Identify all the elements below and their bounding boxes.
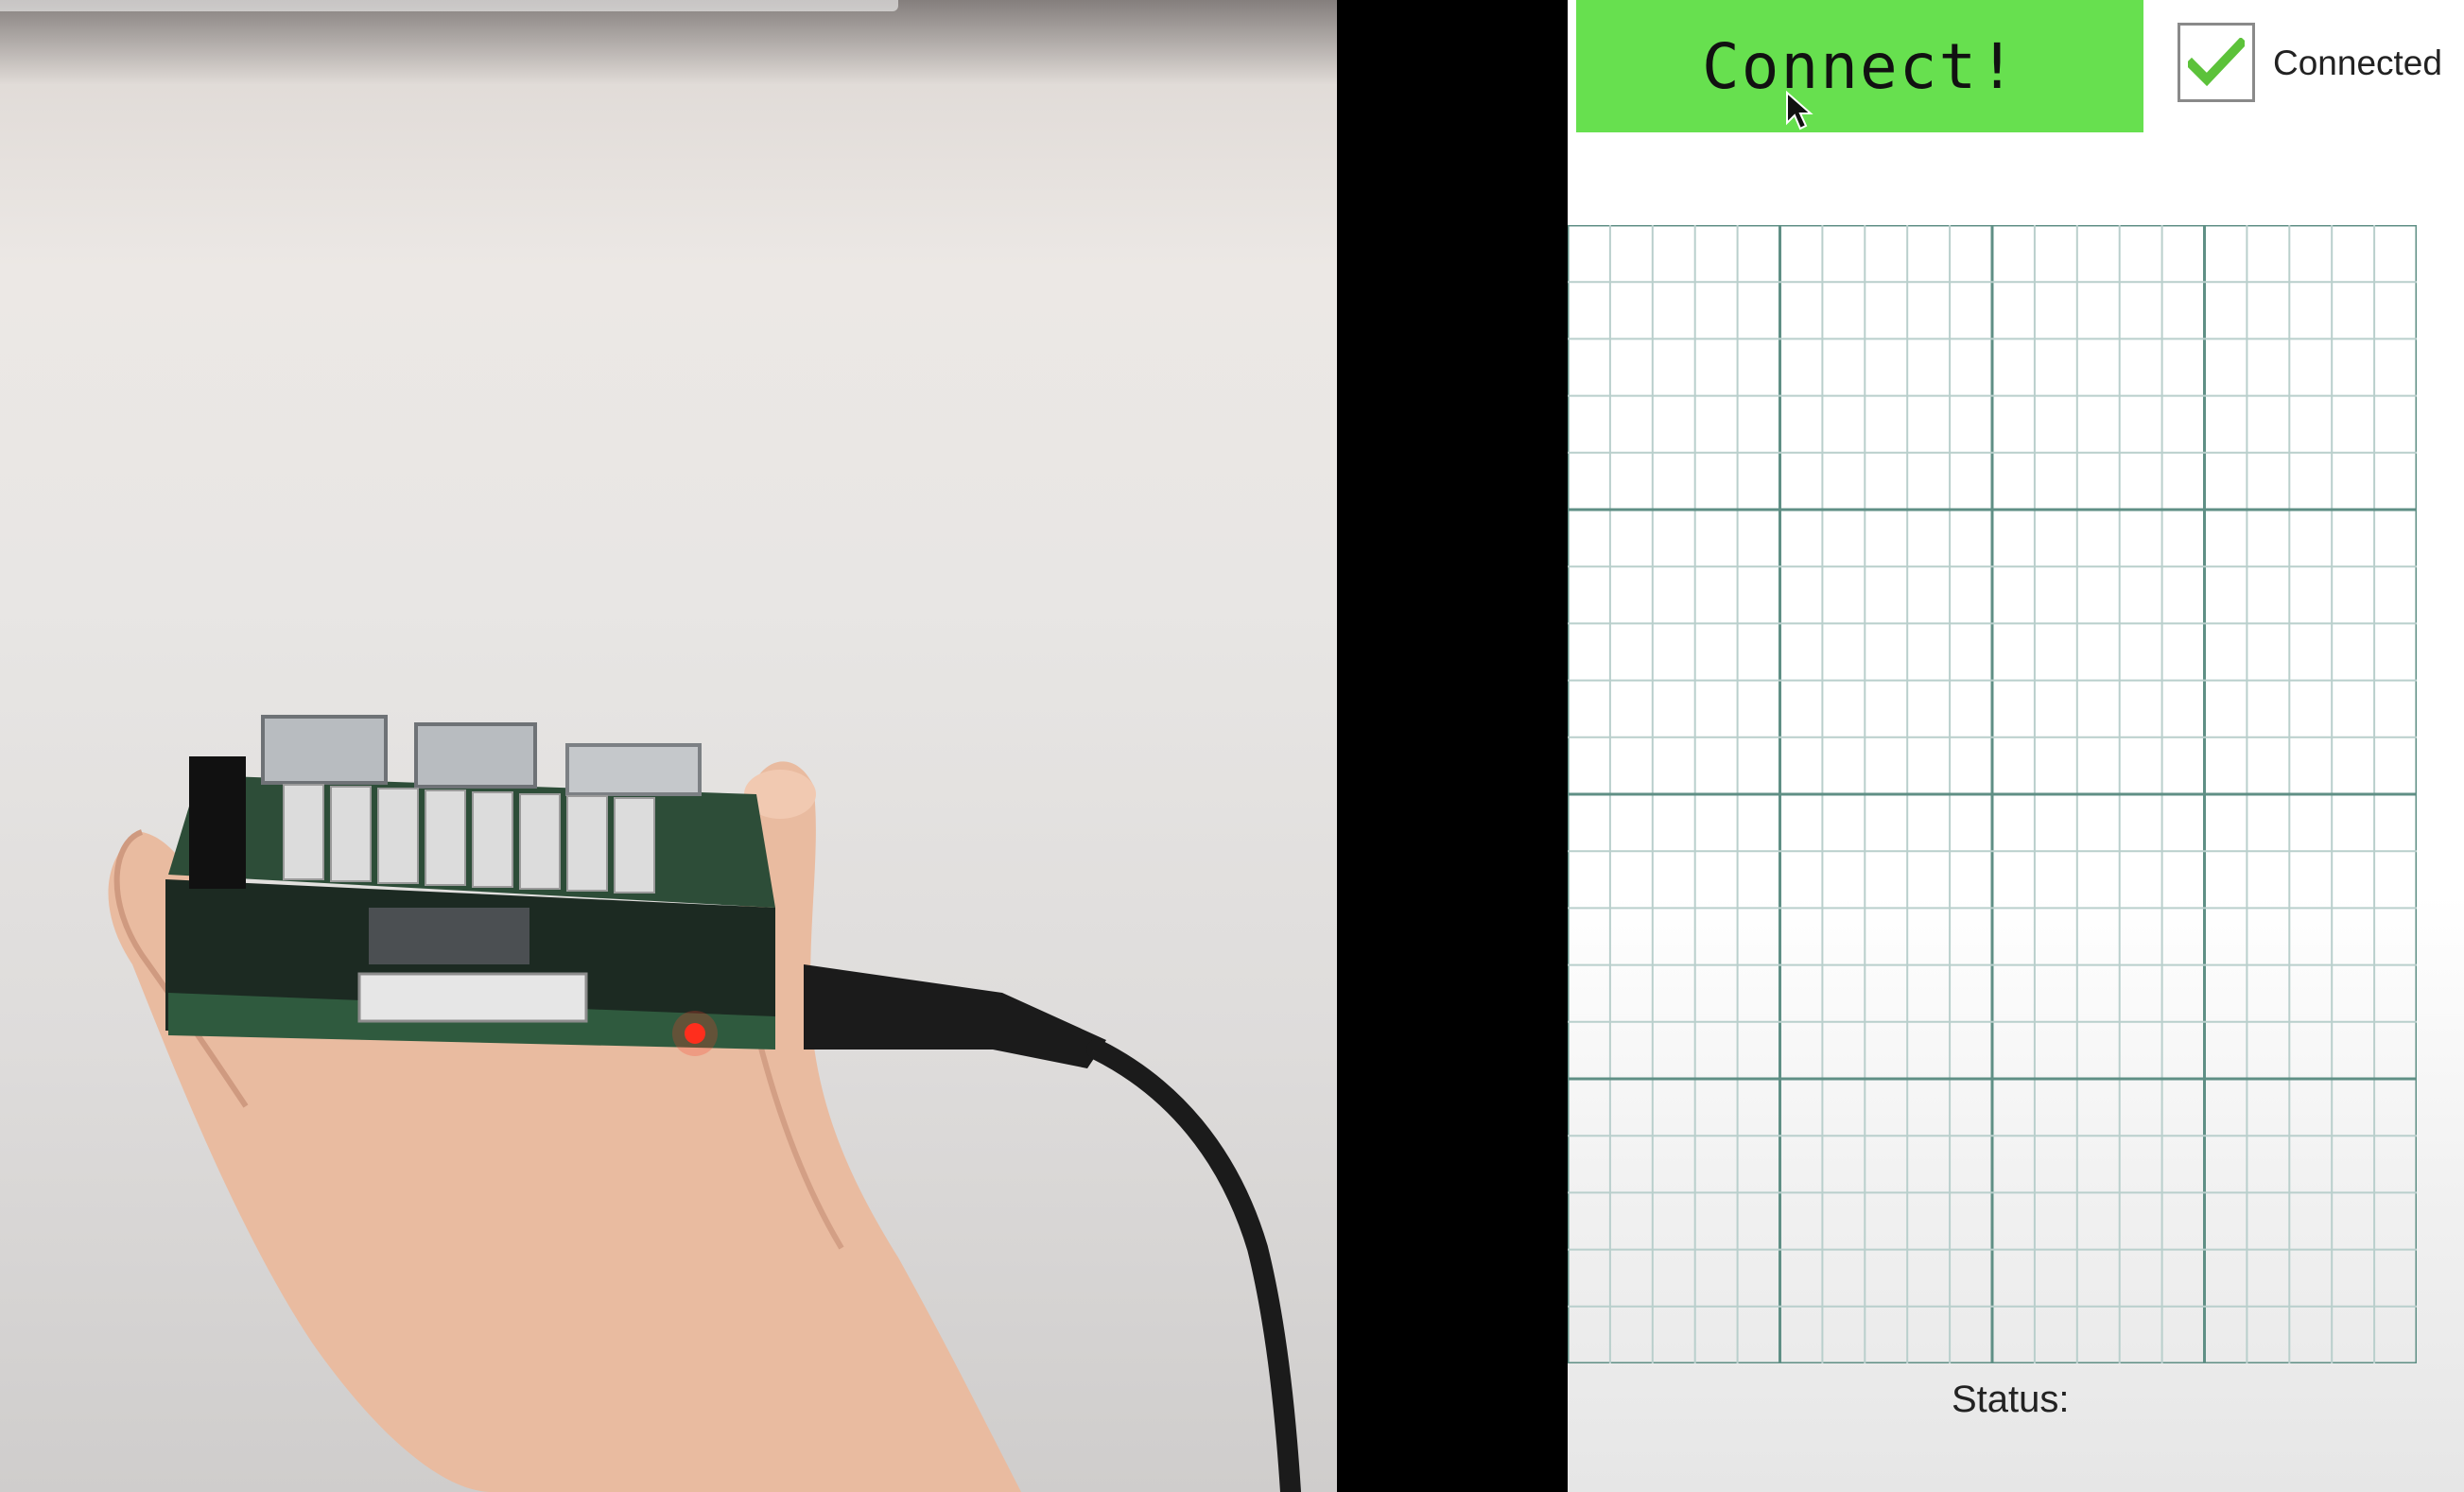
checkmark-icon <box>2188 38 2245 87</box>
usb-cable <box>804 964 1106 1068</box>
status-label: Status: <box>1952 1379 2070 1420</box>
letterbox-gap <box>1337 0 1568 1492</box>
connect-button[interactable]: Connect! <box>1576 0 2143 132</box>
drawing-grid-canvas[interactable] <box>1568 225 2417 1363</box>
hand-holding-board-illustration <box>108 715 1301 1492</box>
connected-checkbox-label: Connected <box>2273 43 2442 82</box>
connected-checkbox[interactable] <box>2178 23 2255 102</box>
mouse-pointer-icon <box>1786 91 1813 130</box>
camera-video-frame <box>0 0 1337 1492</box>
